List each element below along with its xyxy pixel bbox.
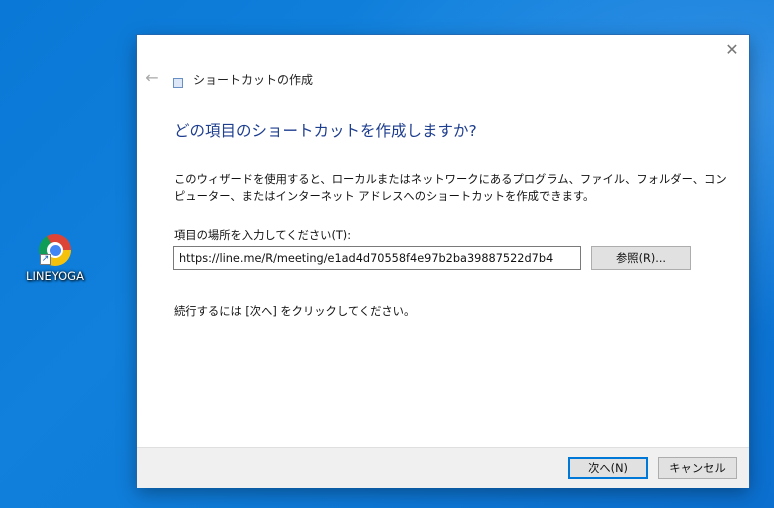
desktop-icon-label: LINEYOGA — [26, 269, 84, 283]
browse-button[interactable]: 参照(R)... — [591, 246, 691, 270]
shortcut-wizard-icon — [173, 78, 183, 88]
back-arrow-icon[interactable]: ← — [143, 69, 161, 87]
cancel-button[interactable]: キャンセル — [658, 457, 737, 479]
dialog-footer: 次へ(N) キャンセル — [137, 447, 749, 488]
page-heading: どの項目のショートカットを作成しますか? — [174, 122, 477, 140]
description-text: このウィザードを使用すると、ローカルまたはネットワークにあるプログラム、ファイル… — [174, 173, 727, 203]
continue-instruction: 続行するには [次へ] をクリックしてください。 — [174, 305, 416, 318]
location-input[interactable] — [173, 246, 581, 270]
shortcut-arrow-icon: ↗ — [40, 254, 51, 265]
close-icon[interactable]: ✕ — [721, 39, 743, 61]
desktop-shortcut-lineyoga[interactable]: ↗ LINEYOGA — [20, 232, 90, 292]
location-label: 項目の場所を入力してください(T): — [174, 229, 352, 242]
wizard-title: ショートカットの作成 — [193, 73, 314, 87]
next-button[interactable]: 次へ(N) — [568, 457, 648, 479]
create-shortcut-dialog: ✕ ← ショートカットの作成 どの項目のショートカットを作成しますか? このウィ… — [137, 35, 749, 488]
